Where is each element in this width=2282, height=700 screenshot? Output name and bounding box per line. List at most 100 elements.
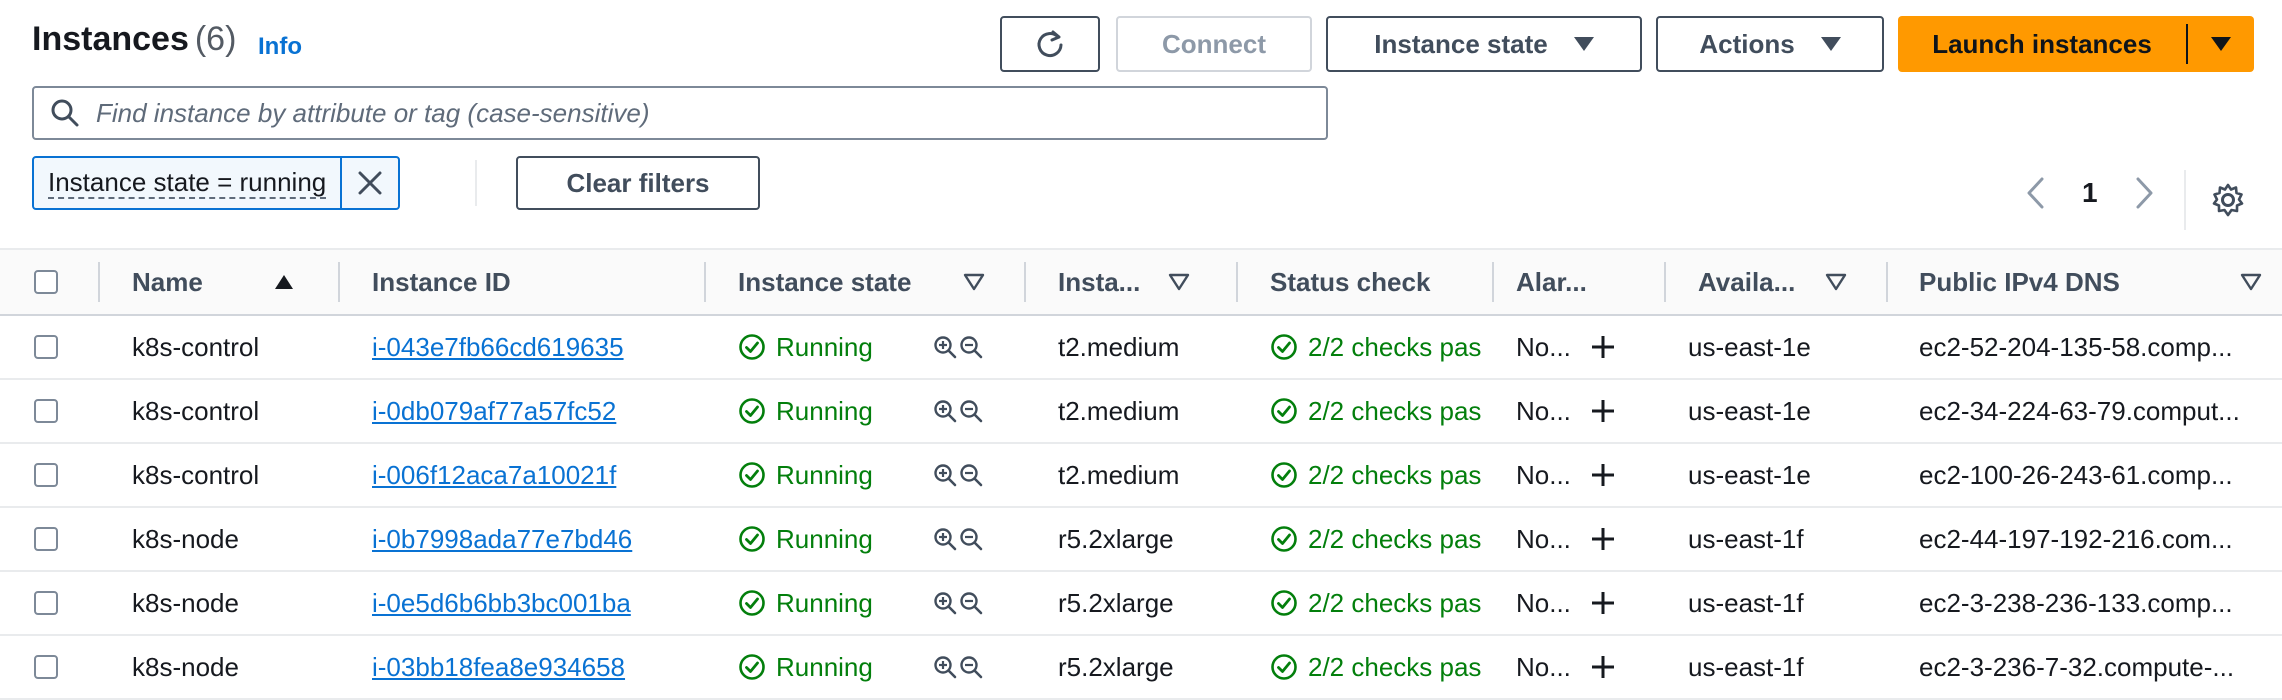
table-row[interactable]: k8s-control i-0db079af77a57fc52 Running [0, 379, 2282, 444]
instance-id-cell: i-006f12aca7a10021f [340, 443, 706, 508]
instance-id-link[interactable]: i-0db079af77a57fc52 [372, 396, 616, 426]
zoom-out-icon[interactable] [959, 655, 983, 679]
plus-icon[interactable] [1589, 653, 1617, 681]
instance-type-cell: t2.medium [1026, 379, 1238, 444]
instance-name: k8s-control [132, 459, 260, 490]
zoom-out-icon[interactable] [959, 335, 983, 359]
state-zoom-controls [933, 463, 983, 487]
plus-icon[interactable] [1589, 589, 1617, 617]
zoom-in-icon[interactable] [933, 591, 957, 615]
plus-icon[interactable] [1589, 461, 1617, 489]
table-row[interactable]: k8s-control i-006f12aca7a10021f Running [0, 443, 2282, 508]
instance-count: (6) [194, 20, 237, 58]
instance-id-link[interactable]: i-0e5d6b6bb3bc001ba [372, 588, 631, 618]
instance-state-cell: Running [706, 635, 1026, 700]
row-select-cell [0, 379, 100, 444]
status-check-cell: 2/2 checks pas [1238, 443, 1494, 508]
zoom-in-icon[interactable] [933, 335, 957, 359]
column-header-availability-zone[interactable]: Availa... [1666, 248, 1888, 316]
refresh-button[interactable] [1000, 16, 1100, 72]
instance-id-link[interactable]: i-043e7fb66cd619635 [372, 332, 624, 362]
row-checkbox[interactable] [34, 655, 58, 679]
column-header-public-dns[interactable]: Public IPv4 DNS [1888, 248, 2282, 316]
actions-dropdown[interactable]: Actions [1656, 16, 1884, 72]
name-cell: k8s-control [100, 379, 340, 444]
gear-icon[interactable] [2210, 182, 2246, 218]
zoom-in-icon[interactable] [933, 399, 957, 423]
check-circle-icon [1271, 462, 1297, 488]
zoom-in-icon[interactable] [933, 527, 957, 551]
clear-filters-button[interactable]: Clear filters [516, 156, 760, 210]
table-row[interactable]: k8s-node i-03bb18fea8e934658 Running r5.… [0, 635, 2282, 700]
instance-state-dropdown-label: Instance state [1374, 28, 1548, 59]
table-row[interactable]: k8s-control i-043e7fb66cd619635 Running [0, 315, 2282, 380]
instance-state-text: Running [776, 651, 873, 682]
caret-down-icon [1820, 37, 1841, 51]
instance-state-dropdown[interactable]: Instance state [1326, 16, 1642, 72]
instance-id-link[interactable]: i-0b7998ada77e7bd46 [372, 524, 632, 554]
name-cell: k8s-node [100, 571, 340, 636]
filter-token-label[interactable]: Instance state = running [34, 158, 340, 208]
instance-state-cell: Running [706, 379, 1026, 444]
launch-instances-button[interactable]: Launch instances [1898, 16, 2186, 72]
instance-type-cell: r5.2xlarge [1026, 571, 1238, 636]
plus-icon[interactable] [1589, 333, 1617, 361]
status-check-text: 2/2 checks pas [1308, 395, 1482, 426]
instances-table: Name Instance ID Instance state Insta... [0, 248, 2282, 700]
zoom-out-icon[interactable] [959, 399, 983, 423]
row-checkbox[interactable] [34, 591, 58, 615]
zoom-out-icon[interactable] [959, 527, 983, 551]
row-checkbox[interactable] [34, 399, 58, 423]
status-check-text: 2/2 checks pas [1308, 331, 1482, 362]
chevron-right-icon[interactable] [2132, 176, 2156, 210]
chevron-left-icon[interactable] [2024, 176, 2048, 210]
column-header-status-check[interactable]: Status check [1238, 248, 1494, 316]
plus-icon[interactable] [1589, 525, 1617, 553]
search-input[interactable] [94, 96, 1326, 130]
zoom-out-icon[interactable] [959, 463, 983, 487]
status-check-cell: 2/2 checks pas [1238, 571, 1494, 636]
launch-options-dropdown[interactable] [2188, 16, 2254, 72]
check-circle-icon [739, 590, 765, 616]
zoom-in-icon[interactable] [933, 463, 957, 487]
status-check-text: 2/2 checks pas [1308, 523, 1482, 554]
column-header-alarm[interactable]: Alar... [1494, 248, 1666, 316]
current-page[interactable]: 1 [2082, 177, 2098, 209]
instance-type-cell: r5.2xlarge [1026, 507, 1238, 572]
table-row[interactable]: k8s-node i-0b7998ada77e7bd46 Running r5.… [0, 507, 2282, 572]
public-dns: ec2-34-224-63-79.comput... [1919, 395, 2240, 426]
instance-name: k8s-node [132, 651, 239, 682]
select-all-checkbox[interactable] [34, 270, 58, 294]
remove-filter-button[interactable] [340, 158, 398, 208]
row-checkbox[interactable] [34, 335, 58, 359]
status-check-text: 2/2 checks pas [1308, 651, 1482, 682]
zoom-out-icon[interactable] [959, 591, 983, 615]
check-circle-icon [739, 526, 765, 552]
state-zoom-controls [933, 335, 983, 359]
row-select-cell [0, 443, 100, 508]
instance-name: k8s-node [132, 523, 239, 554]
sort-descending-icon [2240, 273, 2262, 291]
instance-state-text: Running [776, 395, 873, 426]
column-header-instance-type[interactable]: Insta... [1026, 248, 1238, 316]
table-row[interactable]: k8s-node i-0e5d6b6bb3bc001ba Running r5.… [0, 571, 2282, 636]
column-header-instance-state[interactable]: Instance state [706, 248, 1026, 316]
instance-id-link[interactable]: i-03bb18fea8e934658 [372, 652, 625, 682]
connect-button[interactable]: Connect [1116, 16, 1312, 72]
row-checkbox[interactable] [34, 527, 58, 551]
check-circle-icon [739, 398, 765, 424]
column-header-instance-id[interactable]: Instance ID [340, 248, 706, 316]
status-check-cell: 2/2 checks pas [1238, 507, 1494, 572]
check-circle-icon [1271, 590, 1297, 616]
instance-id-link[interactable]: i-006f12aca7a10021f [372, 460, 616, 490]
row-checkbox[interactable] [34, 463, 58, 487]
info-link[interactable]: Info [258, 33, 302, 61]
check-circle-icon [1271, 334, 1297, 360]
sort-ascending-icon [274, 275, 293, 289]
plus-icon[interactable] [1589, 397, 1617, 425]
zoom-in-icon[interactable] [933, 655, 957, 679]
availability-zone: us-east-1e [1688, 459, 1811, 490]
column-header-name[interactable]: Name [100, 248, 340, 316]
refresh-icon [1037, 30, 1063, 58]
public-dns: ec2-3-238-236-133.comp... [1919, 587, 2233, 618]
